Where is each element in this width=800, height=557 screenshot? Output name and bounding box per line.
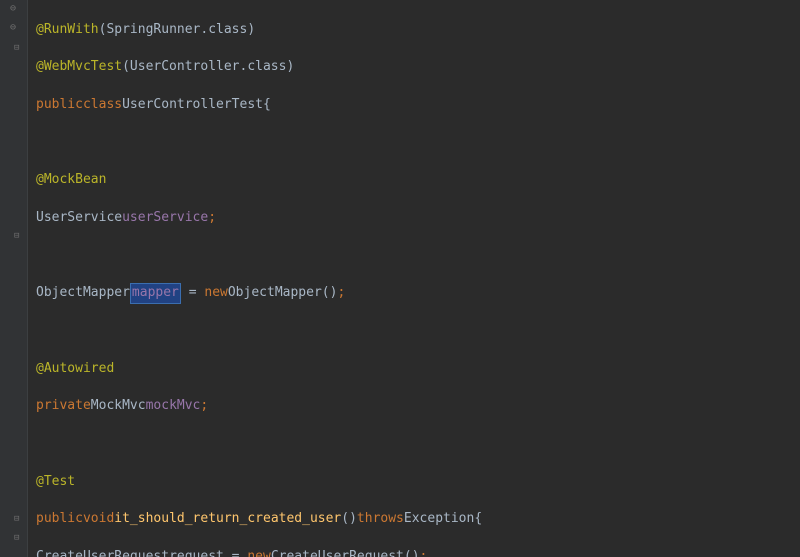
code-line — [36, 134, 800, 153]
gutter-override-icon[interactable]: ⊖ — [6, 2, 20, 16]
annotation: @Test — [36, 473, 75, 492]
gutter-override-icon[interactable]: ⊖ — [6, 21, 20, 35]
code-line: @RunWith(SpringRunner.class) — [36, 21, 800, 40]
fold-icon[interactable]: ⊟ — [14, 42, 24, 52]
highlighted-identifier: mapper — [130, 283, 181, 304]
annotation: @MockBean — [36, 171, 106, 190]
code-line — [36, 435, 800, 454]
code-line: UserService userService; — [36, 209, 800, 228]
code-line: @Autowired — [36, 360, 800, 379]
code-line — [36, 247, 800, 266]
annotation: @Autowired — [36, 360, 114, 379]
editor-gutter: ⊖ ⊖ ⊟ ⊟ ⊟ ⊟ — [0, 0, 28, 557]
code-line: @Test — [36, 473, 800, 492]
fold-icon[interactable]: ⊟ — [14, 513, 24, 523]
method-name: it_should_return_created_user — [114, 510, 341, 529]
annotation: @RunWith — [36, 21, 99, 40]
code-line: ObjectMapper mapper = new ObjectMapper()… — [36, 284, 800, 303]
code-line: @MockBean — [36, 171, 800, 190]
code-line: @WebMvcTest(UserController.class) — [36, 58, 800, 77]
fold-icon[interactable]: ⊟ — [14, 230, 24, 240]
annotation: @WebMvcTest — [36, 58, 122, 77]
code-line — [36, 322, 800, 341]
code-line: private MockMvc mockMvc; — [36, 397, 800, 416]
code-line: public void it_should_return_created_use… — [36, 510, 800, 529]
code-editor[interactable]: @RunWith(SpringRunner.class) @WebMvcTest… — [28, 0, 800, 557]
code-line: CreateUserRequest request = new CreateUs… — [36, 548, 800, 557]
fold-icon[interactable]: ⊟ — [14, 532, 24, 542]
code-line: public class UserControllerTest { — [36, 96, 800, 115]
